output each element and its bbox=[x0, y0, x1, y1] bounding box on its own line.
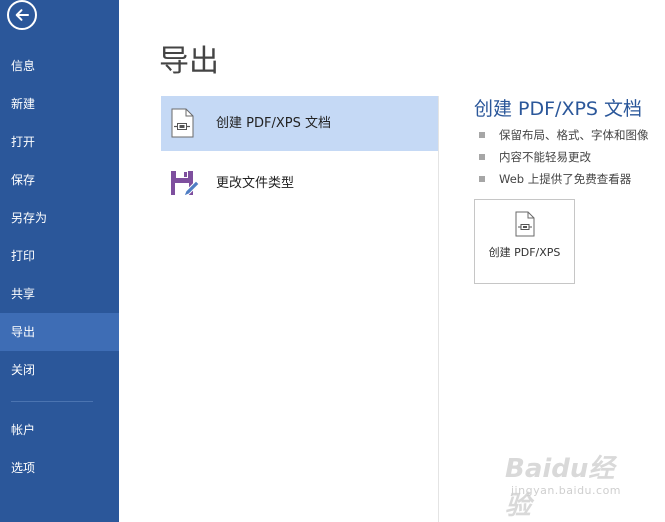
feature-list: 保留布局、格式、字体和图像 内容不能轻易更改 Web 上提供了免费查看器 bbox=[479, 124, 649, 190]
create-pdf-xps-button[interactable]: 创建 PDF/XPS bbox=[474, 199, 575, 284]
sidebar-item-new[interactable]: 新建 bbox=[0, 85, 119, 123]
sidebar-item-save[interactable]: 保存 bbox=[0, 161, 119, 199]
option-label: 更改文件类型 bbox=[216, 176, 295, 191]
sidebar-item-account[interactable]: 帐户 bbox=[0, 411, 119, 449]
back-arrow-icon[interactable] bbox=[7, 0, 37, 30]
option-change-file-type[interactable]: 更改文件类型 bbox=[161, 156, 438, 211]
save-as-file-type-icon bbox=[169, 168, 200, 202]
panel-title: 创建 PDF/XPS 文档 bbox=[474, 98, 643, 120]
sidebar-item-save-as[interactable]: 另存为 bbox=[0, 199, 119, 237]
sidebar-item-print[interactable]: 打印 bbox=[0, 237, 119, 275]
feature-item: Web 上提供了免费查看器 bbox=[479, 168, 649, 190]
sidebar-item-close[interactable]: 关闭 bbox=[0, 351, 119, 389]
sidebar-item-options[interactable]: 选项 bbox=[0, 449, 119, 487]
watermark-url: jingyan.baidu.com bbox=[511, 484, 622, 497]
create-pdf-xps-label: 创建 PDF/XPS bbox=[488, 246, 561, 259]
sidebar-divider bbox=[11, 401, 93, 402]
option-create-pdf-xps[interactable]: 创建 PDF/XPS 文档 bbox=[161, 96, 438, 151]
sidebar-item-info[interactable]: 信息 bbox=[0, 47, 119, 85]
pdf-document-icon bbox=[514, 211, 536, 241]
panel-divider bbox=[438, 96, 439, 522]
sidebar-item-export[interactable]: 导出 bbox=[0, 313, 119, 351]
pdf-document-icon bbox=[169, 108, 195, 142]
baidu-jingyan-watermark: Baidu经验 jingyan.baidu.com bbox=[505, 448, 635, 521]
backstage-sidebar: 信息 新建 打开 保存 另存为 打印 共享 导出 关闭 帐户 选项 bbox=[0, 0, 119, 522]
feature-item: 保留布局、格式、字体和图像 bbox=[479, 124, 649, 146]
sidebar-item-share[interactable]: 共享 bbox=[0, 275, 119, 313]
sidebar-item-open[interactable]: 打开 bbox=[0, 123, 119, 161]
page-title: 导出 bbox=[159, 44, 219, 79]
option-label: 创建 PDF/XPS 文档 bbox=[216, 116, 331, 131]
feature-item: 内容不能轻易更改 bbox=[479, 146, 649, 168]
